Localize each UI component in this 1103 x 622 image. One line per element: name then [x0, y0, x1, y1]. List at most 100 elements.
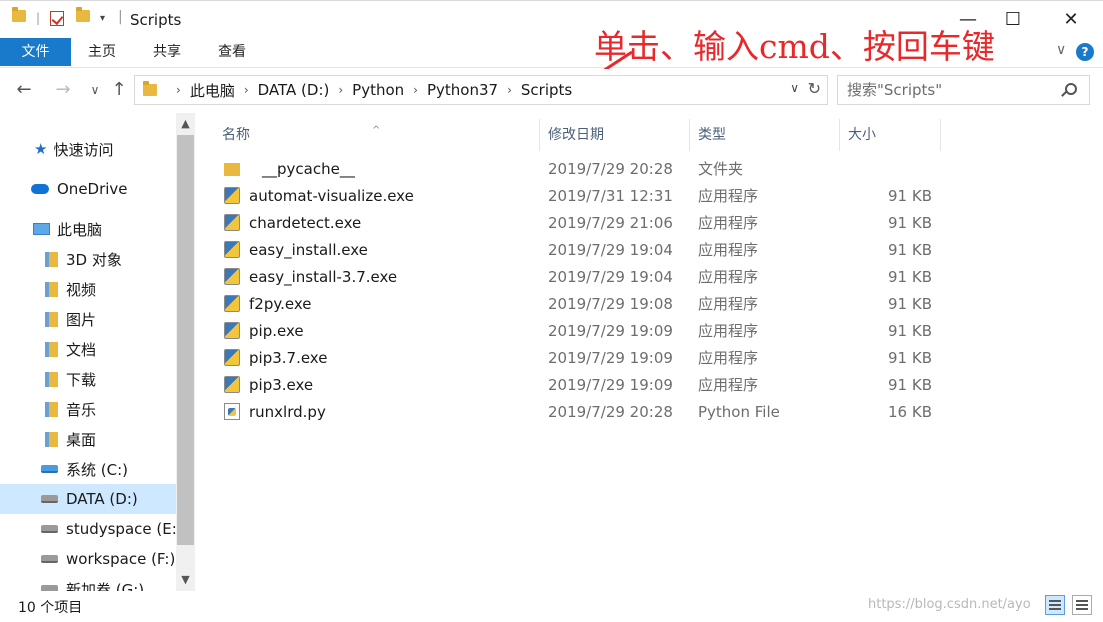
file-size: 91 KB — [888, 294, 932, 313]
up-button[interactable]: ↑ — [108, 79, 130, 100]
address-dropdown-icon[interactable]: ∨ — [790, 81, 799, 95]
sidebar-item-studyspace-drive[interactable]: studyspace (E:) — [41, 514, 183, 544]
breadcrumb-separator[interactable]: › — [176, 83, 181, 97]
navigation-pane: ★ 快速访问 OneDrive 此电脑 3D 对象 视频 图片 文档 下载 音乐… — [0, 113, 196, 591]
table-row[interactable]: automat-visualize.exe 2019/7/31 12:31 应用程序… — [196, 182, 1103, 209]
sidebar-item-new-volume-drive[interactable]: 新加卷 (G:) — [41, 574, 144, 591]
sidebar-item-3d-objects[interactable]: 3D 对象 — [45, 244, 122, 274]
column-header-type[interactable]: 类型 — [690, 119, 840, 151]
breadcrumb-python[interactable]: Python — [352, 81, 404, 99]
file-name: __pycache__ — [262, 159, 355, 178]
3d-objects-icon — [45, 251, 58, 267]
python-file-icon — [224, 403, 240, 420]
file-name-cell: f2py.exe — [224, 295, 311, 313]
sidebar-item-label: workspace (F:) — [66, 550, 176, 568]
search-icon[interactable] — [1065, 83, 1077, 95]
table-row[interactable]: easy_install.exe 2019/7/29 19:04 应用程序 91 KB — [196, 236, 1103, 263]
file-name-cell: easy_install-3.7.exe — [224, 268, 397, 286]
recent-locations-button[interactable]: ∨ — [84, 83, 106, 97]
sidebar-item-label: 快速访问 — [53, 140, 114, 159]
table-row[interactable]: chardetect.exe 2019/7/29 21:06 应用程序 91 KB — [196, 209, 1103, 236]
properties-check-icon[interactable] — [50, 11, 64, 26]
sidebar-item-downloads[interactable]: 下载 — [45, 364, 96, 394]
scrollbar-thumb[interactable] — [177, 135, 194, 545]
sidebar-item-data-drive[interactable]: DATA (D:) — [0, 484, 176, 514]
column-header-size[interactable]: 大小 — [840, 119, 941, 151]
table-row[interactable]: pip3.exe 2019/7/29 19:09 应用程序 91 KB — [196, 371, 1103, 398]
table-row[interactable]: pip.exe 2019/7/29 19:09 应用程序 91 KB — [196, 317, 1103, 344]
file-name-cell: pip3.exe — [224, 376, 313, 394]
file-name-cell: runxlrd.py — [224, 403, 326, 421]
address-bar[interactable]: › 此电脑 › DATA (D:) › Python › Python37 › … — [134, 75, 828, 105]
column-header-date[interactable]: 修改日期 — [540, 119, 690, 151]
sidebar-item-label: 音乐 — [66, 400, 97, 419]
forward-button[interactable]: → — [52, 79, 74, 100]
file-type: 应用程序 — [698, 268, 759, 286]
file-size: 91 KB — [888, 375, 932, 394]
file-type: 应用程序 — [698, 187, 759, 205]
sidebar-item-label: studyspace (E:) — [66, 520, 183, 538]
breadcrumb-this-pc[interactable]: 此电脑 — [190, 80, 235, 101]
new-folder-icon[interactable] — [76, 7, 90, 22]
help-icon[interactable]: ? — [1076, 43, 1094, 61]
table-row[interactable]: easy_install-3.7.exe 2019/7/29 19:04 应用程序 9… — [196, 263, 1103, 290]
file-name: easy_install.exe — [249, 240, 368, 259]
tab-home[interactable]: 主页 — [88, 38, 116, 66]
breadcrumb-python37[interactable]: Python37 — [427, 81, 498, 99]
file-name: automat-visualize.exe — [249, 186, 414, 205]
breadcrumb-separator[interactable]: › — [507, 83, 512, 97]
sidebar-scrollbar[interactable]: ▲ ▼ — [176, 113, 195, 591]
status-bar: 10 个项目 https://blog.csdn.net/ayo — [0, 591, 1103, 622]
breadcrumb-separator[interactable]: › — [338, 83, 343, 97]
refresh-icon[interactable]: ↻ — [808, 79, 821, 98]
breadcrumb-scripts[interactable]: Scripts — [521, 81, 572, 99]
file-name-cell: automat-visualize.exe — [224, 187, 414, 205]
sidebar-item-desktop[interactable]: 桌面 — [45, 424, 96, 454]
back-button[interactable]: ← — [13, 79, 35, 100]
scroll-up-icon[interactable]: ▲ — [176, 117, 195, 130]
tab-view[interactable]: 查看 — [218, 38, 246, 66]
sidebar-item-this-pc[interactable]: 此电脑 — [33, 214, 102, 244]
table-row[interactable]: runxlrd.py 2019/7/29 20:28 Python File 16 K… — [196, 398, 1103, 425]
file-type: 文件夹 — [698, 160, 744, 178]
python-exe-icon — [224, 187, 240, 204]
ribbon-expand-icon[interactable]: ∨ — [1056, 42, 1066, 58]
table-row[interactable]: f2py.exe 2019/7/29 19:08 应用程序 91 KB — [196, 290, 1103, 317]
sidebar-item-label: 视频 — [66, 280, 97, 299]
sidebar-item-videos[interactable]: 视频 — [45, 274, 96, 304]
file-date: 2019/7/29 19:09 — [548, 375, 673, 394]
sidebar-item-pictures[interactable]: 图片 — [45, 304, 96, 334]
sidebar-item-music[interactable]: 音乐 — [45, 394, 96, 424]
python-exe-icon — [224, 214, 240, 231]
python-exe-icon — [224, 376, 240, 393]
maximize-button[interactable]: ☐ — [1002, 9, 1024, 31]
search-input[interactable]: 搜索"Scripts" — [837, 75, 1090, 105]
sidebar-item-quick-access[interactable]: ★ 快速访问 — [34, 134, 113, 164]
python-exe-icon — [224, 268, 240, 285]
column-header-name[interactable]: ^ 名称 — [196, 119, 540, 151]
file-name: chardetect.exe — [249, 213, 362, 232]
sidebar-item-onedrive[interactable]: OneDrive — [31, 174, 128, 204]
large-icons-view-icon[interactable] — [1072, 595, 1092, 615]
customize-toolbar-icon[interactable]: ▾ — [100, 13, 105, 24]
folder-icon — [12, 7, 26, 22]
sidebar-item-label: 新加卷 (G:) — [66, 580, 145, 592]
separator: | — [36, 11, 41, 25]
sidebar-item-workspace-drive[interactable]: workspace (F:) — [41, 544, 175, 574]
table-row[interactable]: pip3.7.exe 2019/7/29 19:09 应用程序 91 KB — [196, 344, 1103, 371]
breadcrumb-separator[interactable]: › — [244, 83, 249, 97]
details-view-icon[interactable] — [1045, 595, 1065, 615]
file-name: f2py.exe — [249, 294, 312, 313]
scroll-down-icon[interactable]: ▼ — [176, 573, 195, 586]
tab-share[interactable]: 共享 — [153, 38, 181, 66]
close-button[interactable]: ✕ — [1060, 9, 1082, 31]
file-type: 应用程序 — [698, 214, 759, 232]
pictures-icon — [45, 311, 58, 327]
breadcrumb-data-drive[interactable]: DATA (D:) — [258, 81, 330, 99]
table-row[interactable]: __pycache__ 2019/7/29 20:28 文件夹 — [196, 155, 1103, 182]
sidebar-item-documents[interactable]: 文档 — [45, 334, 96, 364]
sidebar-item-system-drive[interactable]: 系统 (C:) — [41, 454, 128, 484]
sidebar-item-label: 下载 — [66, 370, 97, 389]
tab-file[interactable]: 文件 — [0, 38, 71, 66]
breadcrumb-separator[interactable]: › — [413, 83, 418, 97]
